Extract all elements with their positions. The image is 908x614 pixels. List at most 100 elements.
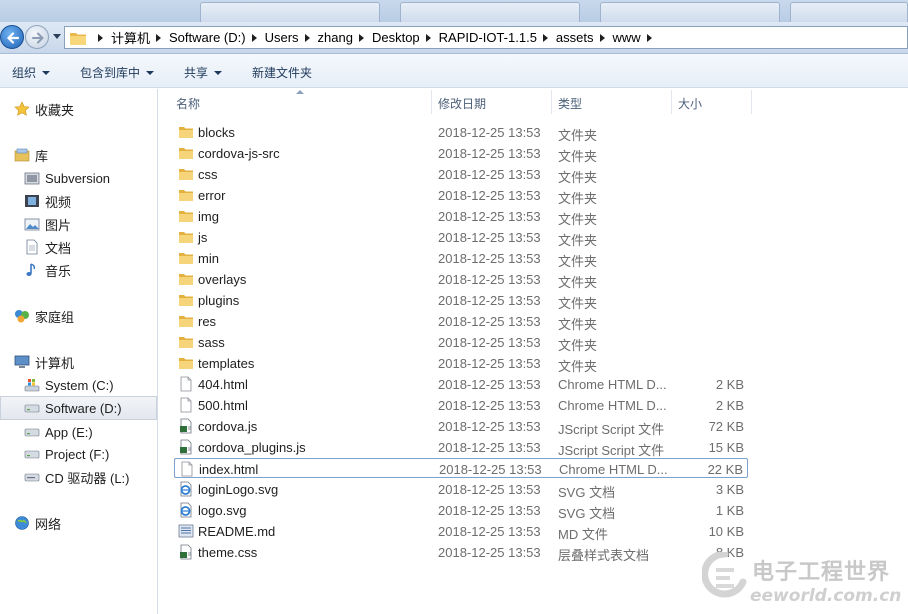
file-row[interactable]: blocks 2018-12-25 13:53 文件夹 [174,122,748,143]
nav-item-subversion[interactable]: Subversion [24,168,110,188]
breadcrumb-rapid-iot[interactable]: RAPID-IOT-1.1.5 [439,30,537,45]
nav-libraries[interactable]: 库 [14,145,48,165]
folder-icon [178,229,194,245]
column-header-size-label: 大小 [678,97,703,111]
file-row[interactable]: js 2018-12-25 13:53 文件夹 [174,227,748,248]
nav-drive-cd-l[interactable]: CD 驱动器 (L:) [24,467,130,487]
breadcrumb-assets[interactable]: assets [556,30,594,45]
back-button[interactable] [0,25,24,49]
nav-item-music[interactable]: 音乐 [24,260,71,280]
file-row[interactable]: index.html 2018-12-25 13:53 Chrome HTML D.… [174,458,748,478]
folder-icon [178,145,194,161]
file-type: Chrome HTML D... [559,462,668,477]
forward-button[interactable] [25,25,49,49]
file-row[interactable]: overlays 2018-12-25 13:53 文件夹 [174,269,748,290]
file-type: 文件夹 [558,317,598,332]
folder-icon [178,187,194,203]
include-in-library-menu[interactable]: 包含到库中 [80,64,155,81]
file-size: 3 KB [715,482,744,497]
column-header-name[interactable]: 名称 [170,90,432,114]
file-size: 10 KB [708,524,744,539]
breadcrumb-software-drive[interactable]: Software (D:) [169,30,246,45]
breadcrumb-separator[interactable] [156,33,162,42]
hard-drive-icon [24,424,40,440]
nav-drive-project-f[interactable]: Project (F:) [24,444,109,464]
nav-drive-system-c[interactable]: System (C:) [24,375,114,395]
file-type: Chrome HTML D... [558,377,667,392]
nav-item-documents[interactable]: 文档 [24,237,71,257]
breadcrumb-separator[interactable] [425,33,431,42]
file-type: 文件夹 [558,191,598,206]
recent-pages-dropdown[interactable] [53,34,61,39]
breadcrumb-separator[interactable] [251,33,257,42]
file-row[interactable]: 404.html 2018-12-25 13:53 Chrome HTML D...… [174,374,748,394]
homegroup-icon [14,308,30,324]
breadcrumb-zhang[interactable]: zhang [318,30,353,45]
nav-network[interactable]: 网络 [14,513,61,533]
share-menu[interactable]: 共享 [184,64,223,81]
breadcrumb-computer[interactable]: 计算机 [111,28,150,47]
breadcrumb-separator[interactable] [358,33,364,42]
file-row[interactable]: res 2018-12-25 13:53 文件夹 [174,311,748,332]
organize-menu[interactable]: 组织 [12,64,51,81]
column-header-type[interactable]: 类型 [552,90,672,114]
ie-file-icon [178,481,194,497]
breadcrumb-www[interactable]: www [613,30,641,45]
file-row[interactable]: cordova_plugins.js 2018-12-25 13:53 JScrip… [174,437,748,458]
nav-item-label: 视频 [45,194,72,210]
file-type: 文件夹 [558,275,598,290]
nav-computer[interactable]: 计算机 [14,352,74,372]
breadcrumb-separator[interactable] [304,33,310,42]
file-row[interactable]: 500.html 2018-12-25 13:53 Chrome HTML D...… [174,395,748,415]
new-folder-label: 新建文件夹 [252,66,313,80]
breadcrumb-separator[interactable] [98,33,103,42]
file-type: 文件夹 [558,212,598,227]
breadcrumb-separator[interactable] [542,33,548,42]
file-name: min [198,251,219,266]
breadcrumb-desktop[interactable]: Desktop [372,30,420,45]
file-row[interactable]: min 2018-12-25 13:53 文件夹 [174,248,748,269]
file-name: cordova_plugins.js [198,440,306,455]
breadcrumb-separator[interactable] [599,33,605,42]
file-row[interactable]: css 2018-12-25 13:53 文件夹 [174,164,748,185]
folder-icon [70,32,86,45]
file-name: plugins [198,293,240,308]
folder-icon [178,313,194,329]
background-window-strip [0,0,908,24]
breadcrumb-separator[interactable] [646,33,652,42]
organize-label: 组织 [12,66,37,80]
new-folder-button[interactable]: 新建文件夹 [252,64,312,81]
html-file-icon [178,397,194,413]
cd-drive-icon [24,469,40,485]
file-row[interactable]: README.md 2018-12-25 13:53 MD 文件 10 KB [174,521,748,542]
file-type: MD 文件 [558,527,608,542]
file-row[interactable]: cordova-js-src 2018-12-25 13:53 文件夹 [174,143,748,164]
file-size: 72 KB [708,419,744,434]
column-header-date[interactable]: 修改日期 [432,90,552,114]
file-row[interactable]: templates 2018-12-25 13:53 文件夹 [174,353,748,374]
file-row[interactable]: plugins 2018-12-25 13:53 文件夹 [174,290,748,311]
nav-homegroup[interactable]: 家庭组 [14,306,74,326]
file-date: 2018-12-25 13:53 [438,125,541,140]
file-row[interactable]: img 2018-12-25 13:53 文件夹 [174,206,748,227]
address-bar[interactable]: 计算机 Software (D:) Users zhang Desktop RA… [64,26,908,49]
nav-item-videos[interactable]: 视频 [24,191,71,211]
file-row[interactable]: cordova.js 2018-12-25 13:53 JScript Script… [174,416,748,437]
nav-drive-software-d[interactable]: Software (D:) [0,396,157,420]
file-row[interactable]: logo.svg 2018-12-25 13:53 SVG 文档 1 KB [174,500,748,521]
column-header-size[interactable]: 大小 [672,90,752,114]
nav-drive-app-e[interactable]: App (E:) [24,422,93,442]
background-tab [790,2,908,22]
file-row[interactable]: loginLogo.svg 2018-12-25 13:53 SVG 文档 3 KB [174,479,748,500]
column-header-date-label: 修改日期 [438,97,487,111]
file-type: 文件夹 [558,233,598,248]
nav-favorites[interactable]: 收藏夹 [14,99,74,119]
breadcrumb-users[interactable]: Users [265,30,299,45]
file-date: 2018-12-25 13:53 [438,482,541,497]
nav-item-pictures[interactable]: 图片 [24,214,71,234]
file-row[interactable]: theme.css 2018-12-25 13:53 层叠样式表文档 8 KB [174,542,748,563]
file-row[interactable]: sass 2018-12-25 13:53 文件夹 [174,332,748,353]
file-date: 2018-12-25 13:53 [438,524,541,539]
file-row[interactable]: error 2018-12-25 13:53 文件夹 [174,185,748,206]
html-file-icon [179,461,195,477]
